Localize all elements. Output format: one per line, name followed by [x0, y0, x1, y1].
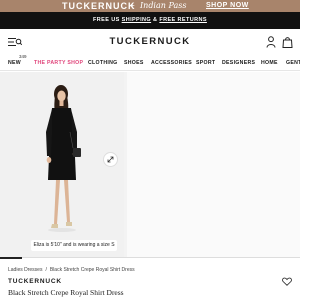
product-gallery[interactable]: Eliza is 5'10" and is wearing a size S: [0, 72, 300, 258]
gallery-scroll-track[interactable]: [0, 257, 300, 258]
nav-item-designers[interactable]: DESIGNERS: [222, 59, 255, 67]
product-main-image[interactable]: Eliza is 5'10" and is wearing a size S: [0, 72, 124, 258]
breadcrumb: Ladies Dresses / Black Stretch Crepe Royal…: [8, 266, 138, 274]
nav-item-new[interactable]: NEW: [8, 59, 21, 67]
product-title: Black Stretch Crepe Royal Shirt Dress: [8, 288, 124, 297]
breadcrumb-current: Black Stretch Crepe Royal Shirt Dress: [49, 267, 135, 273]
shipping-link[interactable]: SHIPPING: [122, 17, 151, 23]
nav-item-clothing[interactable]: CLOTHING: [88, 59, 118, 67]
expand-icon: [107, 156, 114, 163]
breadcrumb-separator: /: [45, 267, 47, 273]
shipping-prefix: FREE US: [93, 17, 122, 23]
site-logo[interactable]: TUCKERNUCK: [0, 35, 300, 49]
product-brand[interactable]: TUCKERNUCK: [8, 277, 62, 286]
nav-item-sport[interactable]: SPORT: [196, 59, 215, 67]
nav-item-accessories[interactable]: ACCESSORIES: [151, 59, 192, 67]
nav-item-gent[interactable]: GENT: [286, 59, 300, 67]
nav-item-party-shop[interactable]: THE PARTY SHOP: [34, 59, 83, 67]
shipping-banner: FREE US SHIPPING & FREE RETURNS: [0, 12, 300, 29]
nav-item-home[interactable]: HOME: [261, 59, 278, 67]
product-secondary-image[interactable]: [127, 72, 300, 258]
breadcrumb-ladies-dresses[interactable]: Ladies Dresses: [8, 267, 42, 273]
promo-brand: TUCKERNUCK: [62, 1, 136, 11]
promo-collab-logo: Indian Pass: [140, 1, 187, 10]
category-nav: 349 NEW THE PARTY SHOP CLOTHING SHOES AC…: [0, 55, 300, 71]
user-icon[interactable]: [266, 36, 276, 48]
heart-icon[interactable]: [282, 277, 292, 286]
nav-item-shoes[interactable]: SHOES: [124, 59, 144, 67]
promo-banner[interactable]: TUCKERNUCK + Indian Pass SHOP NOW: [0, 0, 300, 12]
free-returns-link[interactable]: FREE RETURNS: [159, 17, 207, 23]
promo-plus: +: [130, 1, 135, 10]
shopping-bag-icon[interactable]: [282, 36, 293, 48]
shop-now-link[interactable]: SHOP NOW: [206, 0, 249, 12]
gallery-scroll-thumb[interactable]: [0, 257, 22, 259]
expand-image-button[interactable]: [103, 152, 118, 167]
model-size-note: Eliza is 5'10" and is wearing a size S: [31, 240, 117, 251]
site-header: TUCKERNUCK: [0, 29, 300, 55]
